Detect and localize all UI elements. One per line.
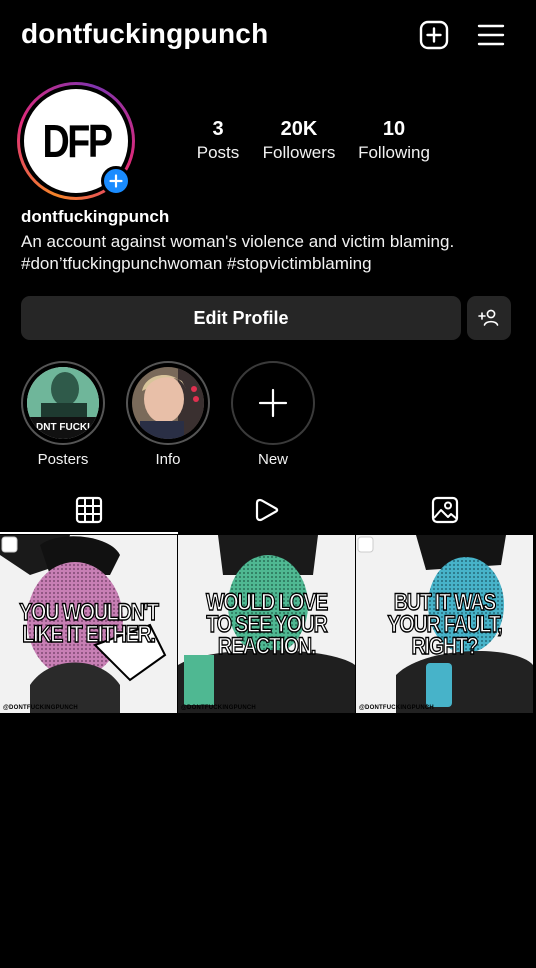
top-bar: dontfuckingpunch xyxy=(0,0,536,72)
posts-grid: YOU WOULDN'T LIKE IT EITHER. @DONTFUCKIN… xyxy=(0,535,536,713)
grid-icon xyxy=(75,496,103,524)
bio-line: An account against woman's violence and … xyxy=(21,232,455,251)
stat-followers[interactable]: 20K Followers xyxy=(256,118,342,163)
highlight-info[interactable]: Info xyxy=(126,361,210,468)
menu-icon[interactable] xyxy=(474,18,508,52)
stat-following[interactable]: 10 Following xyxy=(352,118,436,163)
add-person-icon xyxy=(478,309,499,326)
edit-profile-button[interactable]: Edit Profile xyxy=(21,296,461,340)
discover-people-button[interactable] xyxy=(467,296,511,340)
profile-name: dontfuckingpunch xyxy=(21,207,170,226)
new-post-icon[interactable] xyxy=(417,18,451,52)
add-story-plus-icon[interactable] xyxy=(101,166,131,196)
highlight-info-thumbnail xyxy=(132,367,204,439)
plus-icon xyxy=(258,388,288,418)
carousel-icon xyxy=(357,536,374,553)
tab-tagged[interactable] xyxy=(356,486,534,534)
active-tab-indicator xyxy=(0,532,178,534)
tagged-icon xyxy=(431,496,459,524)
post-thumbnail[interactable]: BUT IT WAS YOUR FAULT, RIGHT? @DONTFUCKI… xyxy=(356,535,533,713)
post-thumbnail[interactable]: YOU WOULDN'T LIKE IT EITHER. @DONTFUCKIN… xyxy=(0,535,177,713)
content-tabs xyxy=(0,486,536,534)
highlight-posters-thumbnail: DNT FUCKI xyxy=(27,367,99,439)
carousel-icon xyxy=(1,536,18,553)
reels-icon xyxy=(255,498,279,522)
stat-posts[interactable]: 3 Posts xyxy=(188,118,248,163)
highlight-posters[interactable]: DNT FUCKI Posters xyxy=(21,361,105,468)
profile-username-title[interactable]: dontfuckingpunch xyxy=(21,18,268,50)
post-thumbnail[interactable]: WOULD LOVE TO SEE YOUR REACTION. @DONTFU… xyxy=(178,535,355,713)
tab-posts[interactable] xyxy=(0,486,178,534)
svg-text:DNT FUCKI: DNT FUCKI xyxy=(36,422,90,433)
highlight-new[interactable]: New xyxy=(231,361,315,468)
profile-bio: An account against woman's violence and … xyxy=(21,231,521,275)
tab-reels[interactable] xyxy=(178,486,356,534)
bio-hashtags[interactable]: #don’tfuckingpunchwoman #stopvictimblami… xyxy=(21,253,521,275)
